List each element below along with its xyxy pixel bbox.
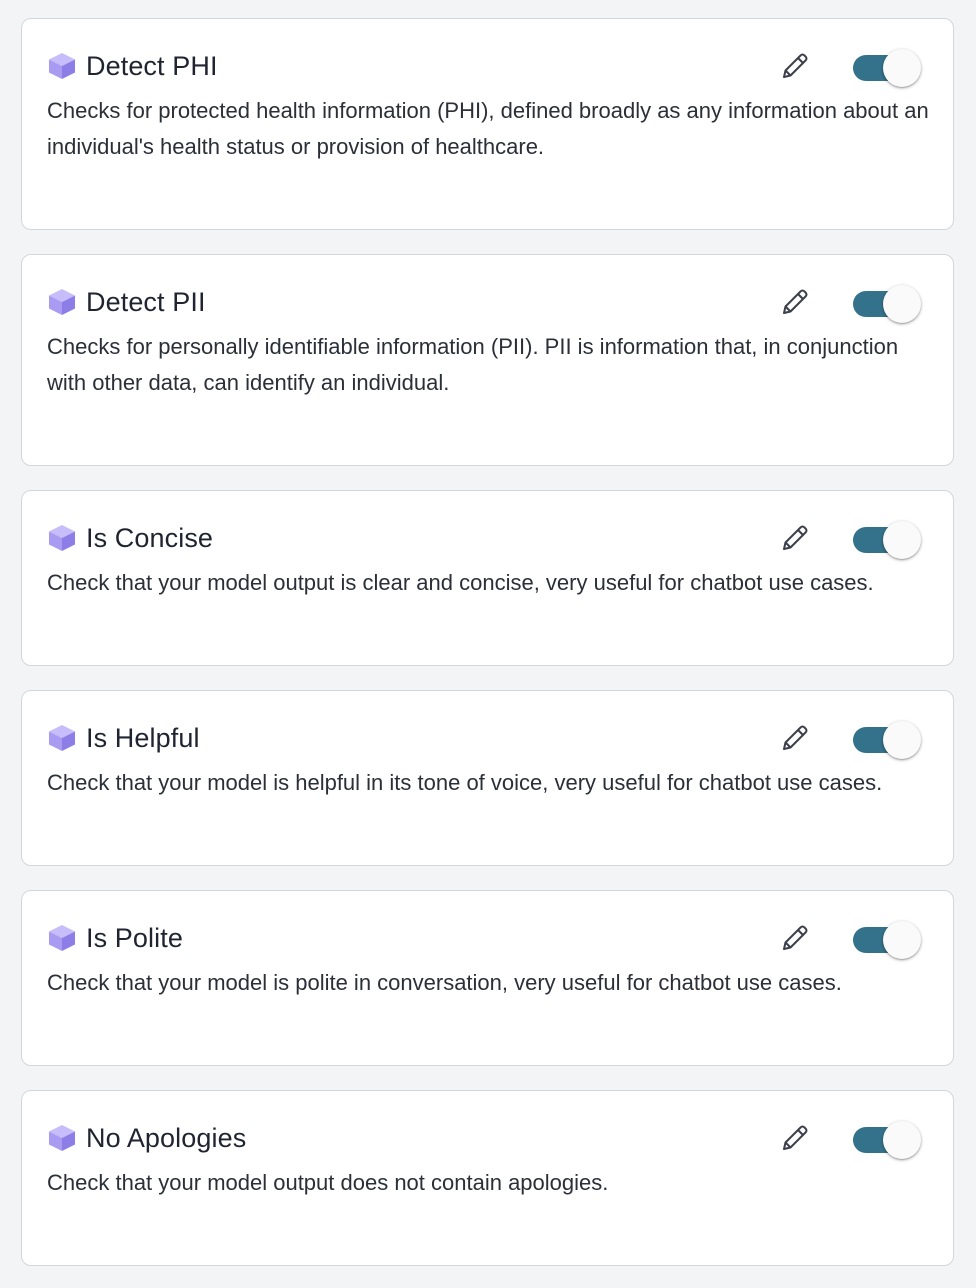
card-description: Check that your model is helpful in its …	[47, 770, 883, 795]
card-title: Is Concise	[86, 522, 214, 553]
card-title: Is Helpful	[86, 722, 200, 753]
card-header: Detect PII	[46, 285, 925, 323]
pencil-icon[interactable]	[779, 1122, 811, 1154]
pencil-icon[interactable]	[779, 50, 811, 82]
pencil-icon[interactable]	[779, 922, 811, 954]
enable-toggle[interactable]	[849, 721, 925, 759]
cube-icon	[46, 286, 78, 318]
guardrail-card-no-apologies: No Apologies Check that your model outpu…	[21, 1090, 954, 1266]
guardrail-card-is-helpful: Is Helpful Check that your model is help…	[21, 690, 954, 866]
pencil-icon[interactable]	[779, 522, 811, 554]
card-description: Check that your model is polite in conve…	[47, 970, 842, 995]
toggle-knob	[883, 921, 921, 959]
card-title: Detect PII	[86, 286, 206, 317]
enable-toggle[interactable]	[849, 921, 925, 959]
enable-toggle[interactable]	[849, 285, 925, 323]
toggle-knob	[883, 521, 921, 559]
toggle-knob	[883, 721, 921, 759]
card-title: Is Polite	[86, 922, 183, 953]
card-header: Is Polite	[46, 921, 925, 959]
cube-icon	[46, 922, 78, 954]
enable-toggle[interactable]	[849, 521, 925, 559]
card-description: Checks for protected health information …	[47, 98, 929, 159]
pencil-icon[interactable]	[779, 722, 811, 754]
pencil-icon[interactable]	[779, 286, 811, 318]
toggle-knob	[883, 285, 921, 323]
toggle-knob	[883, 49, 921, 87]
card-header: Detect PHI	[46, 49, 925, 87]
card-description: Check that your model output is clear an…	[47, 570, 874, 595]
guardrail-card-detect-pii: Detect PII Checks for personally identif…	[21, 254, 954, 466]
enable-toggle[interactable]	[849, 1121, 925, 1159]
card-description: Checks for personally identifiable infor…	[47, 334, 899, 395]
cube-icon	[46, 50, 78, 82]
card-header: Is Helpful	[46, 721, 925, 759]
enable-toggle[interactable]	[849, 49, 925, 87]
card-title: No Apologies	[86, 1122, 247, 1153]
guardrail-card-is-polite: Is Polite Check that your model is polit…	[21, 890, 954, 1066]
card-header: No Apologies	[46, 1121, 925, 1159]
cube-icon	[46, 1122, 78, 1154]
cube-icon	[46, 522, 78, 554]
guardrail-card-detect-phi: Detect PHI Checks for protected health i…	[21, 18, 954, 230]
card-title: Detect PHI	[86, 50, 218, 81]
cube-icon	[46, 722, 78, 754]
card-header: Is Concise	[46, 521, 925, 559]
toggle-knob	[883, 1121, 921, 1159]
card-description: Check that your model output does not co…	[47, 1170, 609, 1195]
guardrail-card-is-concise: Is Concise Check that your model output …	[21, 490, 954, 666]
